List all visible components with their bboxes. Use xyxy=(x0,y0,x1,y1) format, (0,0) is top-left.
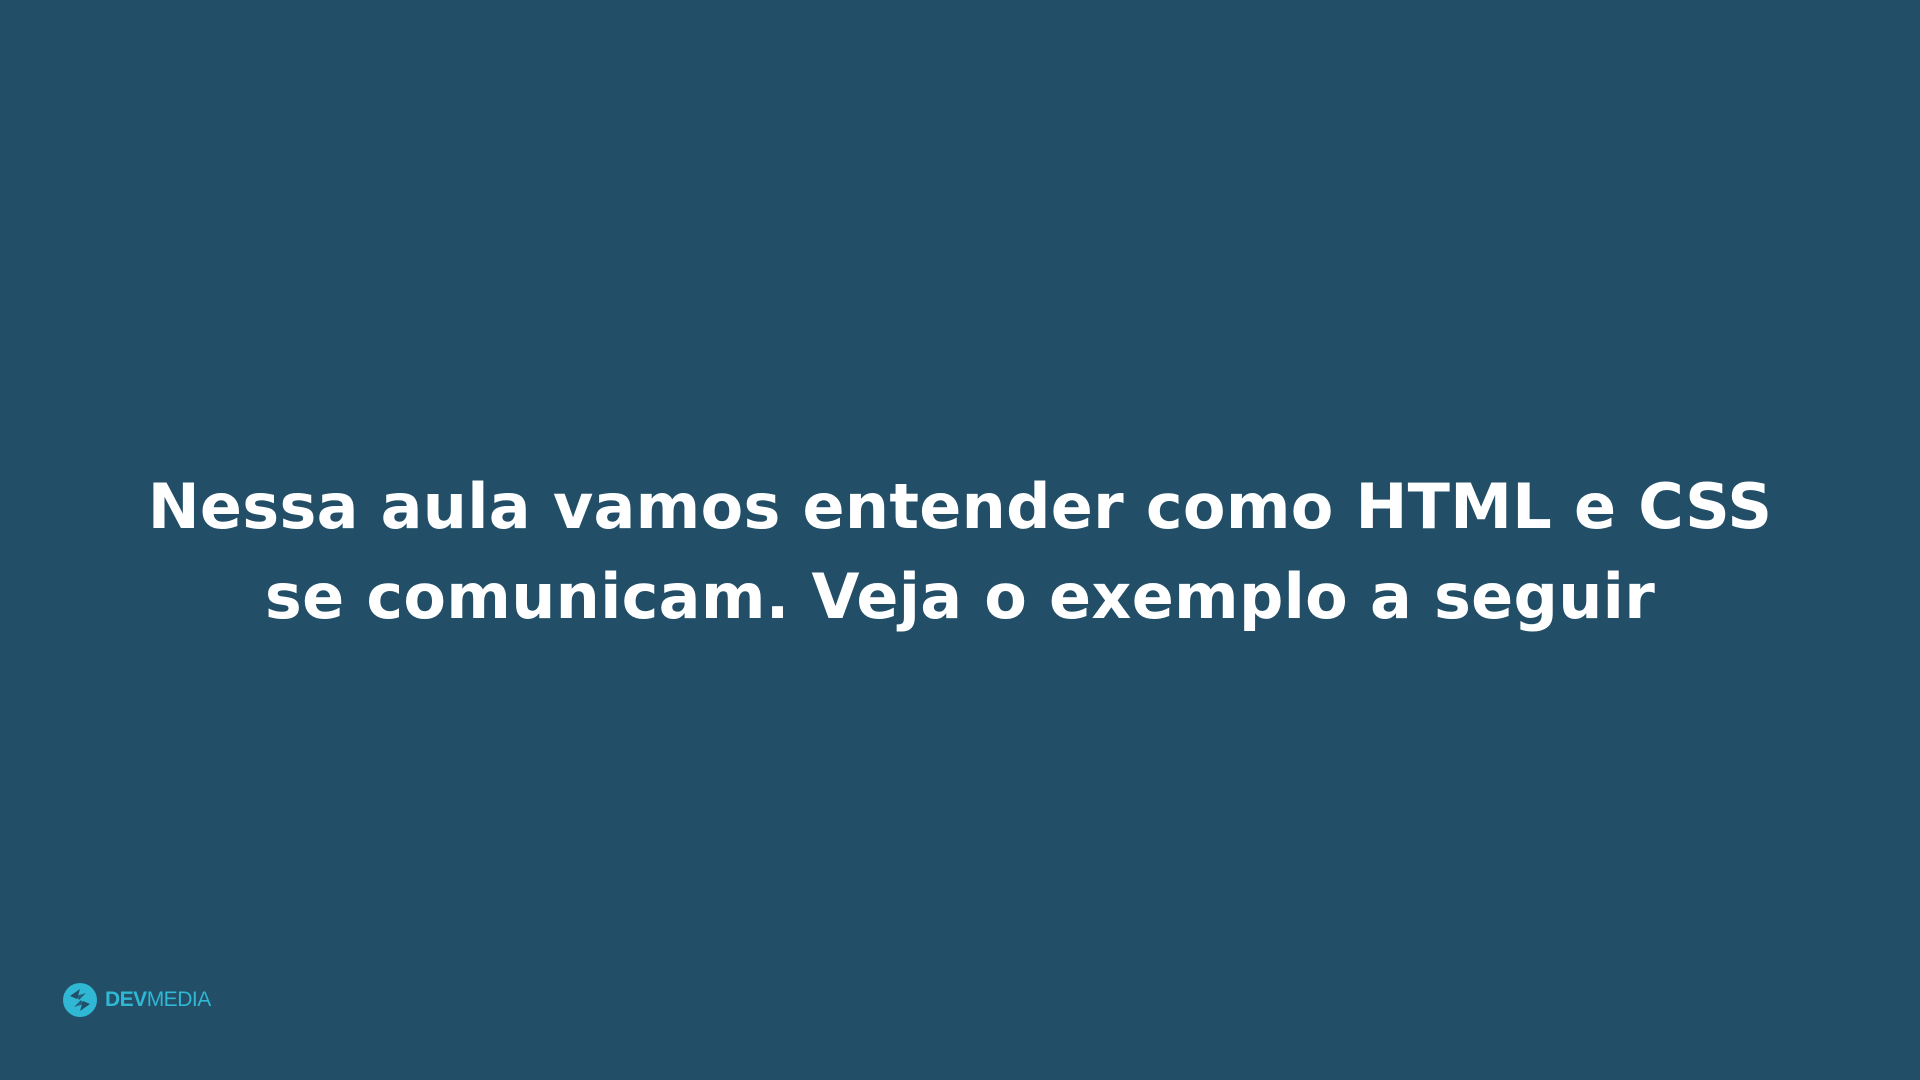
headline-line-1: Nessa aula vamos entender como HTML e CS… xyxy=(147,470,1773,543)
slide-headline: Nessa aula vamos entender como HTML e CS… xyxy=(100,462,1820,642)
brand-name: DEVMEDIA xyxy=(105,981,211,1019)
slide: Nessa aula vamos entender como HTML e CS… xyxy=(0,0,1920,1080)
brand-name-bold: DEV xyxy=(105,988,147,1011)
devmedia-logo-icon xyxy=(63,983,97,1017)
brand-name-light: MEDIA xyxy=(146,988,212,1011)
brand-logo: DEVMEDIA xyxy=(62,981,211,1019)
headline-line-2: se comunicam. Veja o exemplo a seguir xyxy=(264,560,1656,633)
